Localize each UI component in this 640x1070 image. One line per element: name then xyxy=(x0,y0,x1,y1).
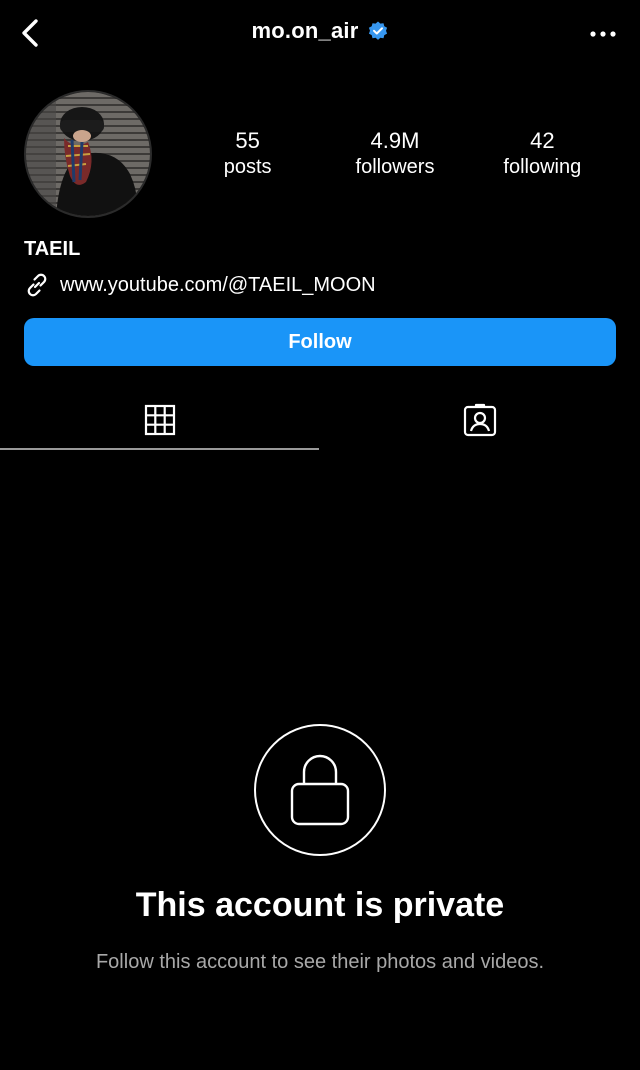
top-bar: mo.on_air xyxy=(0,0,640,66)
tab-posts-grid[interactable] xyxy=(0,390,320,450)
stat-following[interactable]: 42 following xyxy=(469,128,616,180)
posts-count: 55 xyxy=(235,128,260,153)
followers-label: followers xyxy=(355,156,435,178)
profile-header: 55 posts 4.9M followers 42 following xyxy=(24,90,616,218)
posts-label: posts xyxy=(223,156,272,178)
profile-tabs xyxy=(0,390,640,450)
bio-link-text: www.youtube.com/@TAEIL_MOON xyxy=(60,273,376,296)
username: mo.on_air xyxy=(251,18,359,43)
stat-followers[interactable]: 4.9M followers xyxy=(321,128,468,180)
link-icon xyxy=(27,273,47,297)
private-subtitle: Follow this account to see their photos … xyxy=(95,951,545,973)
avatar[interactable] xyxy=(24,90,152,218)
ellipsis-icon xyxy=(590,31,616,37)
private-account-notice: This account is private Follow this acco… xyxy=(0,724,640,974)
following-count: 42 xyxy=(530,128,555,153)
more-options-button[interactable] xyxy=(588,22,618,46)
followers-count: 4.9M xyxy=(370,128,420,153)
tab-tagged[interactable] xyxy=(320,390,640,450)
lock-icon xyxy=(290,754,350,826)
tagged-icon xyxy=(463,403,497,437)
following-label: following xyxy=(503,156,582,178)
profile-title: mo.on_air xyxy=(0,18,640,44)
follow-button[interactable]: Follow xyxy=(24,318,616,366)
grid-icon xyxy=(144,404,176,436)
stat-posts[interactable]: 55 posts xyxy=(174,128,321,180)
display-name: TAEIL xyxy=(24,238,81,260)
private-title: This account is private xyxy=(135,886,505,924)
bio-link[interactable]: www.youtube.com/@TAEIL_MOON xyxy=(24,272,376,298)
lock-circle xyxy=(254,724,386,856)
profile-stats: 55 posts 4.9M followers 42 following xyxy=(174,128,616,180)
verified-badge-icon xyxy=(368,21,388,41)
